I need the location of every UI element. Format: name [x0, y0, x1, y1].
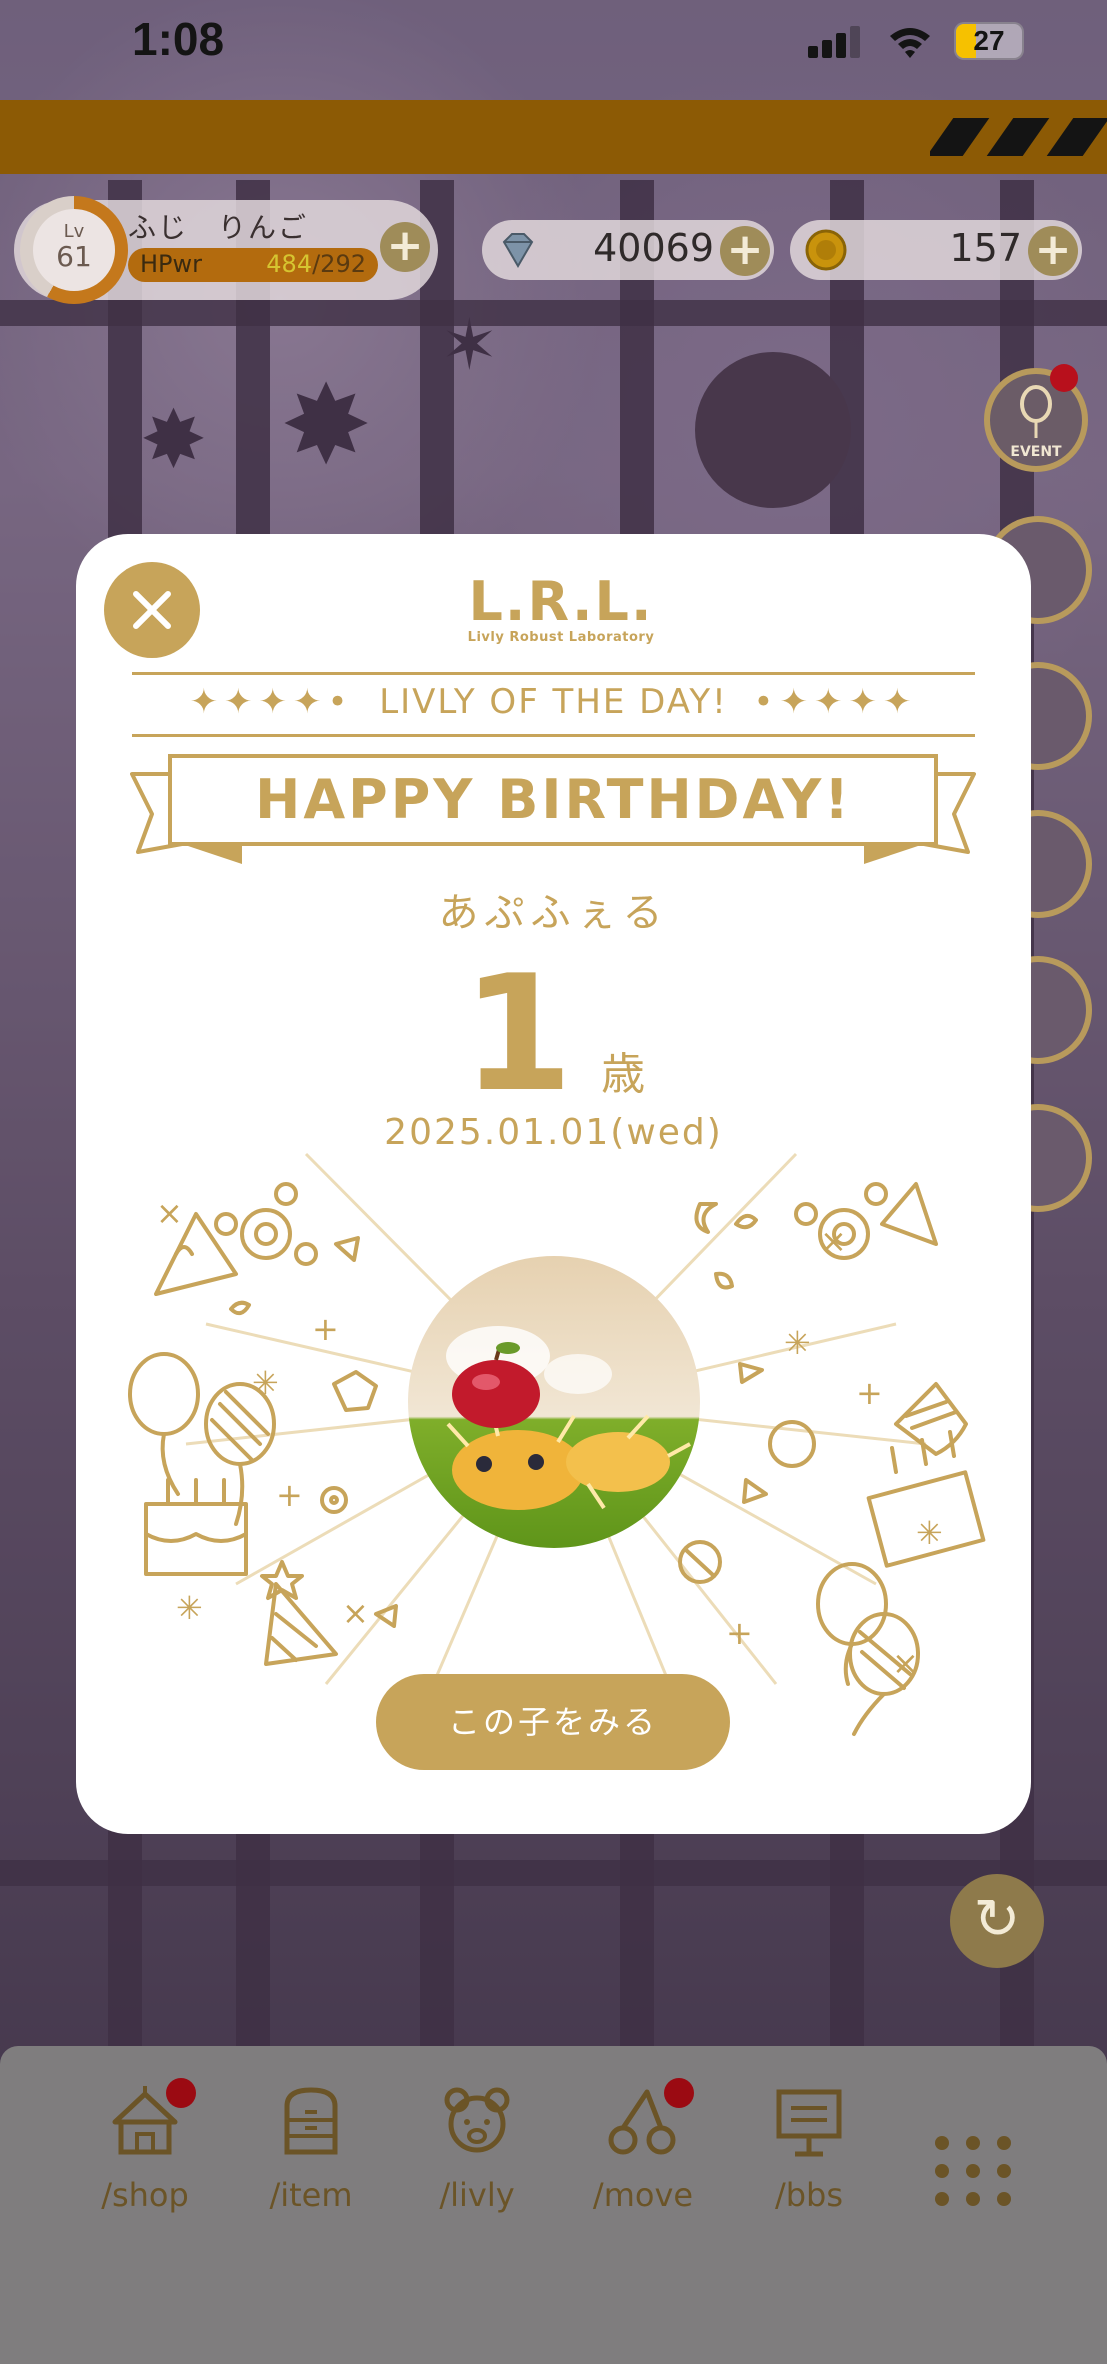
sparkle-right: •✦✦✦✦	[753, 682, 918, 722]
nav-item-label: /item	[269, 2176, 353, 2214]
nav-bbs[interactable]: /bbs	[734, 2082, 884, 2214]
svg-text:×: ×	[342, 1594, 369, 1632]
divider	[132, 734, 975, 737]
status-time: 1:08	[132, 13, 225, 65]
refresh-button[interactable]: ↻	[950, 1874, 1044, 1968]
logo-subtitle: Livly Robust Laboratory	[467, 630, 655, 645]
nav-livly-label: /livly	[439, 2176, 515, 2214]
nav-shop[interactable]: /shop	[70, 2078, 220, 2214]
top-banner	[0, 100, 1107, 174]
logo-text: L.R.L.	[468, 570, 654, 633]
add-coins-button[interactable]: +	[1028, 226, 1078, 276]
age-number: 1	[461, 940, 574, 1127]
livly-character-image	[446, 1326, 691, 1510]
section-title-text: LIVLY OF THE DAY!	[379, 682, 728, 722]
hp-current: 484	[266, 250, 313, 278]
svg-text:+: +	[276, 1476, 303, 1514]
hazard-stripes	[930, 118, 1107, 156]
level-label: Lv	[63, 221, 85, 242]
move-notification-dot	[664, 2078, 694, 2108]
sparkle-left: ✦✦✦✦•	[189, 682, 354, 722]
event-label: EVENT	[1010, 444, 1062, 460]
player-name: ふじ りんご	[128, 211, 309, 244]
add-gems-button[interactable]: +	[720, 226, 770, 276]
bear-face-icon	[444, 2087, 510, 2153]
diamond-icon	[502, 233, 534, 268]
battery-level: 27	[973, 25, 1005, 56]
svg-text:+: +	[856, 1374, 883, 1412]
view-livly-button[interactable]: この子をみる	[376, 1674, 730, 1770]
close-button[interactable]	[104, 562, 200, 658]
nav-bbs-label: /bbs	[774, 2176, 844, 2214]
gem-count: 40069	[593, 226, 714, 270]
svg-text:×: ×	[156, 1194, 183, 1232]
svg-text:+: +	[726, 1614, 753, 1652]
hp-bar: HPwr 484/292	[128, 248, 378, 282]
nav-item[interactable]: /item	[236, 2082, 386, 2214]
wifi-icon	[890, 28, 930, 58]
divider	[132, 672, 975, 675]
svg-text:×: ×	[892, 1644, 919, 1682]
svg-text:✳: ✳	[784, 1324, 811, 1362]
birthday-banner-text: HAPPY BIRTHDAY!	[255, 768, 852, 831]
birth-date: 2025.01.01(wed)	[384, 1112, 723, 1153]
close-icon	[133, 591, 171, 629]
coin-count: 157	[949, 226, 1022, 270]
grid-menu-icon[interactable]	[935, 2136, 1011, 2206]
board-icon	[776, 2089, 842, 2157]
svg-text:✳: ✳	[252, 1364, 279, 1402]
svg-text:×: ×	[820, 1222, 847, 1260]
age-display: 1歳	[76, 954, 1031, 1114]
hp-label: HPwr	[140, 250, 203, 278]
event-notification-dot	[1050, 364, 1078, 392]
level-value: 61	[56, 240, 92, 273]
section-title: ✦✦✦✦• LIVLY OF THE DAY! •✦✦✦✦	[132, 682, 975, 722]
bottom-nav: /shop /item /livly /move /bbs	[0, 2046, 1107, 2364]
add-hp-button[interactable]: +	[380, 222, 430, 272]
hp-max: /292	[312, 250, 366, 278]
livly-name: あぷふぇる	[438, 890, 669, 936]
refresh-icon: ↻	[973, 1887, 1021, 1952]
svg-text:✳: ✳	[176, 1589, 203, 1627]
nav-livly[interactable]: /livly	[402, 2082, 552, 2214]
shop-notification-dot	[166, 2078, 196, 2108]
lrl-logo: L.R.L. Livly Robust Laboratory	[416, 570, 706, 646]
nav-move[interactable]: /move	[568, 2078, 718, 2214]
svg-text:✳: ✳	[916, 1514, 943, 1552]
age-unit: 歳	[601, 1049, 646, 1100]
coin-icon	[805, 229, 847, 271]
status-bar: 1:08 27	[0, 0, 1107, 90]
nav-shop-label: /shop	[101, 2176, 189, 2214]
drawer-icon	[284, 2087, 338, 2155]
nav-move-label: /move	[592, 2176, 694, 2214]
battery-icon: 27	[954, 22, 1024, 60]
livly-portrait	[408, 1256, 700, 1548]
hp-value: 484/292	[266, 250, 366, 278]
svg-text:+: +	[312, 1310, 339, 1348]
level-ring: Lv 61	[20, 196, 128, 304]
signal-icon	[808, 26, 860, 58]
birthday-modal: L.R.L. Livly Robust Laboratory ✦✦✦✦• LIV…	[76, 534, 1031, 1834]
